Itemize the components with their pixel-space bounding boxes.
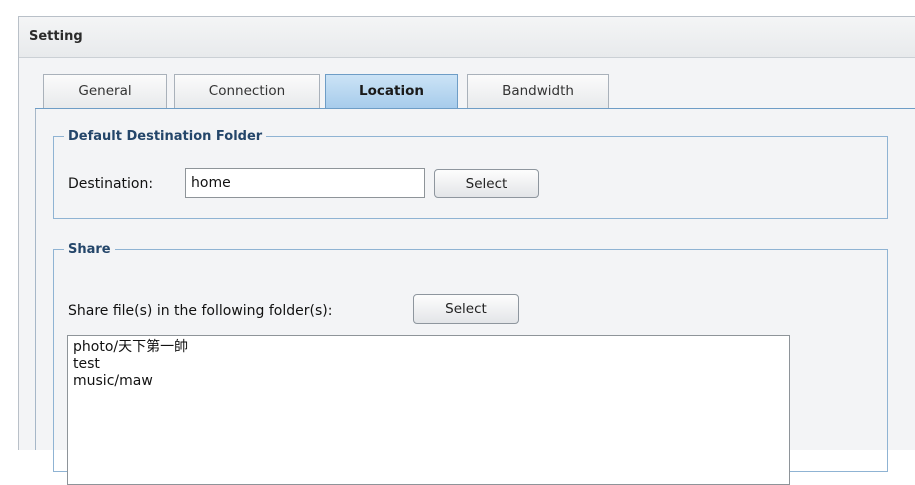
- list-item[interactable]: music/maw: [73, 373, 784, 390]
- share-folders-label: Share file(s) in the following folder(s)…: [68, 303, 333, 319]
- settings-window: Setting General Connection Location Band…: [18, 16, 915, 485]
- destination-select-button[interactable]: Select: [434, 169, 539, 198]
- tab-bandwidth[interactable]: Bandwidth: [467, 74, 609, 109]
- list-item[interactable]: photo/天下第一帥: [73, 339, 784, 356]
- share-legend: Share: [68, 242, 111, 257]
- window-titlebar: Setting: [19, 17, 915, 58]
- window-title: Setting: [29, 29, 83, 44]
- destination-input[interactable]: [185, 168, 425, 198]
- tab-bar: General Connection Location Bandwidth: [19, 57, 915, 109]
- list-item[interactable]: test: [73, 356, 784, 373]
- tab-connection[interactable]: Connection: [174, 74, 320, 109]
- tab-general[interactable]: General: [43, 74, 167, 109]
- share-select-button[interactable]: Select: [413, 294, 519, 324]
- location-panel: Default Destination Folder Destination: …: [35, 109, 915, 485]
- shared-folder-list[interactable]: photo/天下第一帥 test music/maw: [67, 335, 790, 485]
- destination-label: Destination:: [68, 176, 154, 192]
- default-destination-legend: Default Destination Folder: [68, 129, 263, 144]
- tab-location[interactable]: Location: [325, 74, 458, 109]
